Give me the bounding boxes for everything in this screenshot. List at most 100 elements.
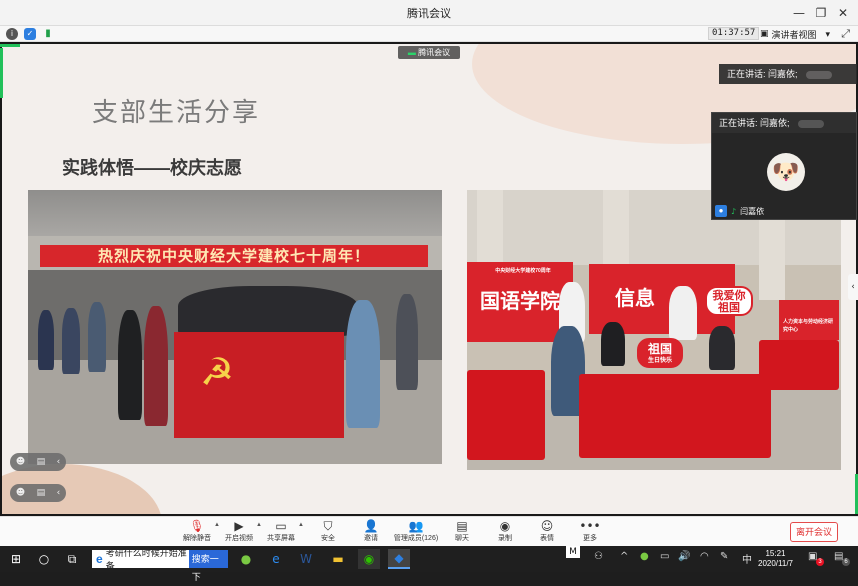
board-right: 人力资本与劳动经济研究中心: [779, 300, 839, 340]
shield-icon[interactable]: ✓: [24, 27, 36, 40]
photo-person: [709, 326, 735, 370]
participant-namebar: ● ♪ 闫嘉依: [712, 203, 856, 219]
fullscreen-icon[interactable]: ⤢: [841, 27, 850, 41]
manage-members-label: 管理成员(126): [393, 535, 439, 542]
taskbar-search[interactable]: e 考研什么时候开始准备 搜索一下: [92, 548, 228, 582]
photo-person: [396, 294, 418, 390]
more-icon: •••: [579, 519, 601, 533]
share-screen-label: 共享屏幕: [267, 535, 295, 542]
meeting-info-bar: i ✓ ▮ 01:37:57 ▣ 演讲者视图 ▾ ⤢: [0, 26, 858, 42]
mini-toolbar[interactable]: ☻ ▤ ‹: [10, 484, 66, 502]
chevron-down-icon: ▾: [825, 28, 831, 39]
chat-icon[interactable]: ▤: [37, 457, 46, 467]
photo-person: [669, 286, 697, 340]
hammer-sickle-icon: ☭: [200, 350, 235, 394]
notification-badge: 6: [842, 558, 850, 566]
photo-group-flag: 热烈庆祝中央财经大学建校七十周年！ ☭: [28, 190, 442, 464]
sharing-indicator-label: 腾讯会议: [418, 48, 451, 57]
photo-booth: 国语学院 信息 中央财经大学建校70周年 人力资本与劳动经济研究中心 我爱你 祖…: [467, 190, 841, 470]
manage-members-button[interactable]: 👥 管理成员(126): [391, 519, 441, 543]
window-titlebar[interactable]: 腾讯会议 — ❐ ✕: [0, 0, 858, 26]
restore-icon[interactable]: ❐: [810, 6, 832, 20]
photo-person: [88, 302, 106, 372]
members-icon: 👥: [408, 519, 424, 533]
clock-time: 15:21: [765, 549, 786, 558]
mini-toolbar[interactable]: ☻ ▤ ‹: [10, 453, 66, 471]
pen-icon[interactable]: ✎: [720, 551, 728, 562]
volume-icon[interactable]: 🔊: [678, 551, 690, 562]
battery-icon[interactable]: ▭: [660, 551, 669, 562]
photo-person: [346, 300, 380, 428]
slide-title: 支部生活分享: [92, 98, 261, 128]
photo-banner: 热烈庆祝中央财经大学建校七十周年！: [40, 245, 428, 267]
board-small-text: 中央财经大学建校70周年: [495, 268, 551, 274]
avatar: 🐶: [767, 153, 805, 191]
window-controls: — ❐ ✕: [788, 0, 854, 26]
taskbar-clock[interactable]: 15:21 2020/11/7: [758, 549, 793, 569]
sign-bubble: 我爱你 祖国: [705, 286, 753, 316]
invite-label: 邀请: [364, 535, 378, 542]
layout-icon: ▣: [760, 29, 769, 39]
participant-name: 闫嘉依: [740, 206, 765, 216]
edge-icon[interactable]: e: [266, 549, 286, 569]
ime-indicator[interactable]: 中: [742, 551, 752, 566]
chat-icon[interactable]: ▤: [37, 488, 46, 498]
wifi-icon[interactable]: ◠: [700, 551, 709, 562]
word-icon[interactable]: W: [296, 549, 316, 569]
face-icon[interactable]: ☻: [16, 488, 25, 498]
chevron-left-icon[interactable]: ‹: [57, 457, 61, 467]
minimize-icon[interactable]: —: [788, 6, 810, 20]
wechat-icon[interactable]: ◉: [358, 549, 380, 569]
browser-360-icon[interactable]: ●: [236, 549, 256, 569]
more-label: 更多: [583, 535, 597, 542]
meeting-timer: 01:37:57: [708, 27, 760, 40]
speaking-indicator: 正在讲话: 闫嘉依;: [719, 64, 857, 84]
task-view-icon[interactable]: ⧉: [62, 549, 82, 569]
signal-icon[interactable]: ▮: [42, 28, 54, 40]
speaking-label: 正在讲话: 闫嘉依;: [727, 69, 798, 79]
expand-panel-button[interactable]: ‹: [848, 274, 858, 300]
participant-video[interactable]: 正在讲话: 闫嘉依; 🐶 ● ♪ 闫嘉依: [711, 112, 857, 220]
photo-person: [118, 310, 142, 420]
clock-date: 2020/11/7: [758, 559, 793, 568]
face-icon[interactable]: ☻: [16, 457, 25, 467]
audio-level-icon: [797, 119, 824, 128]
windows-taskbar: ⊞ ○ ⧉ e 考研什么时候开始准备 搜索一下 ● e W ▬ ◉ ◆ M ⚇ …: [0, 546, 858, 582]
invite-button[interactable]: 👤 邀请: [346, 519, 396, 543]
windows-start-icon[interactable]: ⊞: [6, 549, 26, 569]
people-icon[interactable]: ⚇: [594, 551, 603, 562]
close-icon[interactable]: ✕: [832, 6, 854, 20]
person-icon: ●: [715, 205, 727, 217]
notes-icon[interactable]: M: [566, 546, 580, 558]
more-button[interactable]: ••• 更多: [565, 519, 615, 543]
speaking-label: 正在讲话: 闫嘉依;: [719, 118, 790, 128]
view-selector[interactable]: ▣ 演讲者视图 ▾: [760, 26, 830, 42]
photo-roof: [28, 190, 442, 236]
search-input[interactable]: 考研什么时候开始准备: [106, 546, 189, 572]
window-title: 腾讯会议: [407, 7, 451, 20]
info-icon[interactable]: i: [6, 27, 18, 40]
sharing-dot-icon: ▬: [407, 48, 416, 57]
mic-icon: ♪: [731, 206, 737, 216]
red-table: [759, 340, 839, 390]
participant-video-header: 正在讲话: 闫嘉依;: [712, 113, 856, 133]
search-button[interactable]: 搜索一下: [188, 550, 228, 582]
cortana-icon[interactable]: ○: [34, 549, 54, 569]
share-border-marker: [0, 44, 20, 47]
red-table: [579, 374, 771, 458]
leave-meeting-button[interactable]: 离开会议: [790, 522, 838, 542]
tray-360-icon[interactable]: ●: [640, 551, 649, 562]
party-flag: ☭: [174, 332, 344, 438]
photo-person: [62, 308, 80, 374]
chevron-up-icon[interactable]: ^: [620, 551, 628, 562]
share-border-marker: [0, 48, 3, 98]
photo-person: [144, 306, 168, 426]
meeting-toolbar: 🎙 解除静音 ▲ ▶ 开启视频 ▲ ▭ 共享屏幕 ▲ ⛉ 安全 👤 邀请 👥 管理成员(126) …: [0, 516, 858, 546]
share-screen-button[interactable]: ▭ 共享屏幕 ▲: [256, 519, 306, 543]
chevron-left-icon[interactable]: ‹: [57, 488, 61, 498]
tencent-meeting-icon[interactable]: ◆: [388, 549, 410, 569]
audio-level-icon: [805, 70, 832, 79]
red-table: [467, 370, 545, 460]
sharing-indicator[interactable]: ▬ 腾讯会议: [398, 46, 460, 59]
file-explorer-icon[interactable]: ▬: [328, 549, 348, 569]
